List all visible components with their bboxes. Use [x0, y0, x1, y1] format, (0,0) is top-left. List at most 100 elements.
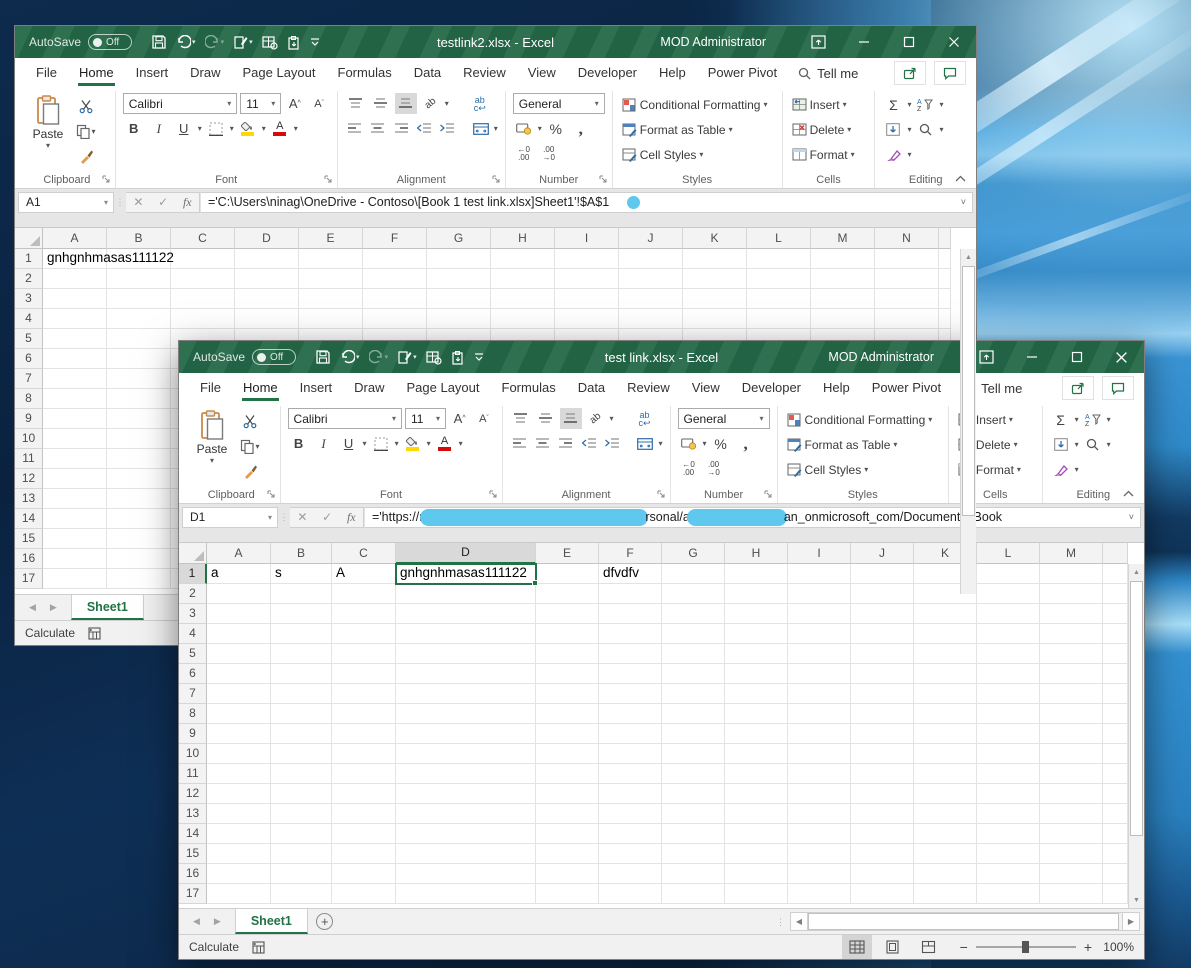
cell-A1[interactable]: gnhgnhmasas111122 — [43, 249, 174, 269]
cell-H4[interactable] — [491, 309, 555, 329]
align-bottom-button[interactable] — [559, 408, 582, 429]
orientation-button[interactable]: ab — [585, 408, 607, 429]
menu-item-home[interactable]: Home — [232, 374, 289, 402]
sheet-tab-sheet1[interactable]: Sheet1 — [234, 909, 308, 934]
menu-item-help[interactable]: Help — [812, 374, 861, 402]
cell-J2[interactable] — [619, 269, 683, 289]
cell-F15[interactable] — [599, 844, 662, 864]
menu-item-home[interactable]: Home — [68, 59, 125, 87]
cell-M6[interactable] — [1040, 664, 1103, 684]
zoom-level[interactable]: 100% — [1098, 940, 1134, 954]
cell-G17[interactable] — [662, 884, 725, 904]
cell-x3[interactable] — [939, 289, 951, 309]
scroll-up-arrow[interactable]: ▲ — [1129, 564, 1144, 580]
cell-I6[interactable] — [788, 664, 851, 684]
copy-button[interactable]: ▾ — [75, 121, 97, 142]
column-header-partial[interactable] — [1103, 543, 1128, 564]
undo-button[interactable]: ▾ — [173, 29, 199, 55]
cell-E15[interactable] — [536, 844, 599, 864]
cell-J9[interactable] — [851, 724, 914, 744]
cell-G9[interactable] — [662, 724, 725, 744]
orientation-button[interactable]: ab — [420, 93, 442, 114]
align-top-button[interactable] — [510, 408, 532, 429]
font-color-button[interactable]: A — [434, 433, 456, 454]
minimize-button[interactable] — [841, 26, 886, 58]
title-bar[interactable]: AutoSave Off ▾ ▾ ▾ test link.xlsx - Exce… — [179, 341, 1144, 373]
column-header-B[interactable]: B — [271, 543, 332, 564]
scroll-right-arrow[interactable]: ▶ — [1122, 912, 1140, 931]
cell-D14[interactable] — [396, 824, 536, 844]
align-left-button[interactable] — [510, 433, 530, 454]
cell-M15[interactable] — [1040, 844, 1103, 864]
ribbon-display-options-button[interactable] — [796, 26, 841, 58]
fill-color-button[interactable] — [402, 433, 424, 454]
cell-B8[interactable] — [107, 389, 171, 409]
undo-button[interactable]: ▾ — [337, 344, 363, 370]
cell-A4[interactable] — [207, 624, 271, 644]
cell-G11[interactable] — [662, 764, 725, 784]
paste-button[interactable]: Paste ▾ — [190, 408, 234, 465]
previous-sheet-arrow[interactable]: ◀ — [29, 602, 36, 613]
cell-J2[interactable] — [851, 584, 914, 604]
cell-A3[interactable] — [207, 604, 271, 624]
row-header-9[interactable]: 9 — [15, 409, 43, 429]
cell-B12[interactable] — [107, 469, 171, 489]
cell-G4[interactable] — [662, 624, 725, 644]
cell-C9[interactable] — [332, 724, 396, 744]
column-header-C[interactable]: C — [332, 543, 396, 564]
cell-F3[interactable] — [599, 604, 662, 624]
collapse-ribbon-button[interactable] — [1123, 490, 1134, 497]
cell-G13[interactable] — [662, 804, 725, 824]
cell-J10[interactable] — [851, 744, 914, 764]
cell-M5[interactable] — [1040, 644, 1103, 664]
cell-J11[interactable] — [851, 764, 914, 784]
cell-x1[interactable] — [939, 249, 951, 269]
cell-A4[interactable] — [43, 309, 107, 329]
cell-C4[interactable] — [332, 624, 396, 644]
cell-K4[interactable] — [914, 624, 977, 644]
column-header-N[interactable]: N — [875, 228, 939, 249]
cell-I9[interactable] — [788, 724, 851, 744]
menu-item-developer[interactable]: Developer — [567, 59, 648, 87]
cell-L3[interactable] — [747, 289, 811, 309]
column-header-L[interactable]: L — [977, 543, 1040, 564]
font-name-combo[interactable]: Calibri ▾ — [287, 408, 403, 429]
cell-B7[interactable] — [107, 369, 171, 389]
cell-A14[interactable] — [43, 509, 107, 529]
cell-K13[interactable] — [914, 804, 977, 824]
cell-H12[interactable] — [725, 784, 788, 804]
cell-F5[interactable] — [599, 644, 662, 664]
cell-J4[interactable] — [851, 624, 914, 644]
cell-I3[interactable] — [555, 289, 619, 309]
cell-L15[interactable] — [977, 844, 1040, 864]
cell-x10[interactable] — [1103, 744, 1128, 764]
column-header-F[interactable]: F — [599, 543, 662, 564]
horizontal-scrollbar[interactable]: ◀ ▶ — [790, 912, 1140, 931]
formula-input[interactable]: ='C:\Users\ninag\OneDrive - Contoso\[Boo… — [200, 191, 973, 213]
cell-A13[interactable] — [207, 804, 271, 824]
redo-button[interactable]: ▾ — [202, 29, 228, 55]
cell-B4[interactable] — [271, 624, 332, 644]
cell-M4[interactable] — [1040, 624, 1103, 644]
column-header-A[interactable]: A — [43, 228, 107, 249]
formula-expand-caret[interactable]: ˅ — [1129, 512, 1134, 522]
cell-I4[interactable] — [555, 309, 619, 329]
cell-G1[interactable] — [662, 564, 725, 584]
cell-H3[interactable] — [491, 289, 555, 309]
align-right-button[interactable] — [556, 433, 576, 454]
cell-I10[interactable] — [788, 744, 851, 764]
row-header-1[interactable]: 1 — [179, 564, 207, 584]
column-header-M[interactable]: M — [1040, 543, 1103, 564]
cell-E4[interactable] — [536, 624, 599, 644]
cell-L8[interactable] — [977, 704, 1040, 724]
cell-B17[interactable] — [107, 569, 171, 589]
cell-E2[interactable] — [536, 584, 599, 604]
cell-D10[interactable] — [396, 744, 536, 764]
cell-B11[interactable] — [271, 764, 332, 784]
cell-K8[interactable] — [914, 704, 977, 724]
cell-x11[interactable] — [1103, 764, 1128, 784]
column-header-F[interactable]: F — [363, 228, 427, 249]
insert-function-button[interactable]: fx — [183, 195, 192, 210]
clear-button[interactable] — [882, 144, 904, 165]
column-header-K[interactable]: K — [683, 228, 747, 249]
